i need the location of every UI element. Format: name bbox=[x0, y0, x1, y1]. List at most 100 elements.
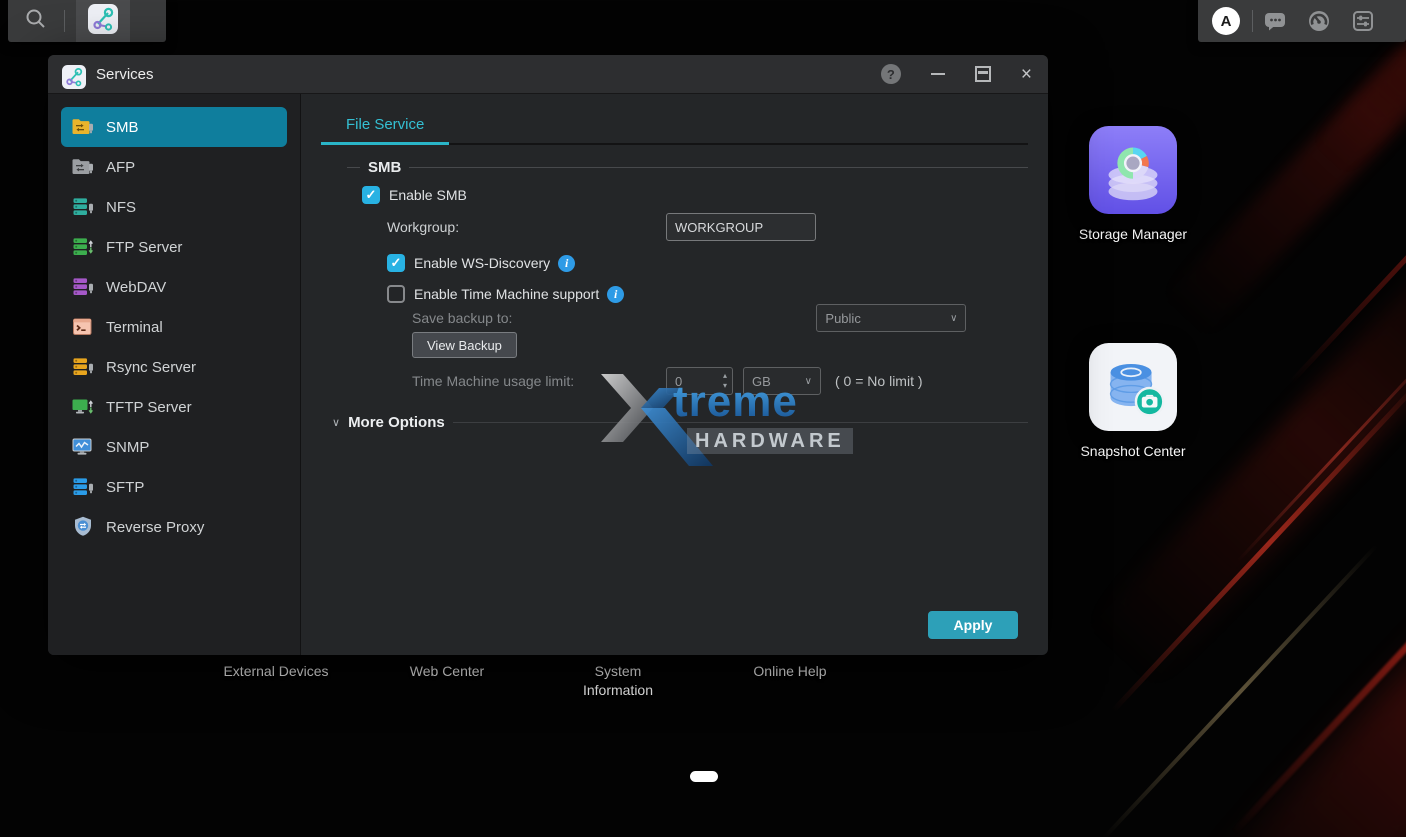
search-button[interactable] bbox=[8, 0, 64, 42]
storage-manager-icon bbox=[1089, 126, 1177, 214]
sidebar-item-ftp-server[interactable]: FTP Server bbox=[61, 227, 287, 267]
dashboard-button[interactable] bbox=[1307, 9, 1331, 33]
desktop-shortcut-system-information[interactable]: System Information bbox=[566, 662, 670, 700]
topbar-divider bbox=[64, 10, 65, 32]
sidebar-item-label: WebDAV bbox=[106, 279, 166, 296]
sidebar-item-tftp-server[interactable]: TFTP Server bbox=[61, 387, 287, 427]
folder-gray-icon bbox=[71, 155, 95, 179]
usage-limit-value: 0 bbox=[675, 374, 682, 389]
desktop-shortcut-web-center[interactable]: Web Center bbox=[362, 662, 532, 681]
sidebar-item-label: SMB bbox=[106, 119, 139, 136]
terminal-icon bbox=[71, 315, 95, 339]
monitor-green-arrows-icon bbox=[71, 395, 95, 419]
gauge-icon bbox=[1307, 9, 1331, 33]
sidebar-item-label: SFTP bbox=[106, 479, 144, 496]
minimize-icon[interactable] bbox=[931, 73, 945, 75]
chevron-down-icon: ∨ bbox=[950, 313, 957, 324]
section-title: SMB bbox=[368, 159, 401, 176]
close-icon[interactable]: × bbox=[1021, 65, 1032, 84]
home-indicator[interactable] bbox=[690, 771, 718, 782]
usage-limit-label: Time Machine usage limit: bbox=[412, 373, 574, 389]
more-options-toggle[interactable]: ∨ More Options bbox=[332, 412, 1028, 432]
save-backup-label: Save backup to: bbox=[412, 310, 512, 326]
ws-discovery-label: Enable WS-Discovery bbox=[414, 255, 550, 271]
info-icon[interactable]: i bbox=[607, 286, 624, 303]
taskbar-app-services[interactable] bbox=[76, 0, 130, 42]
desktop-icon-storage-manager[interactable]: Storage Manager bbox=[1053, 126, 1213, 242]
sidebar-item-label: TFTP Server bbox=[106, 399, 192, 416]
stack-green-arrows-icon bbox=[71, 235, 95, 259]
monitor-blue-icon bbox=[71, 435, 95, 459]
services-window: Services ? × SMB AFP NFS FTP Server WebDAV Te… bbox=[48, 55, 1048, 655]
topbar-left bbox=[8, 0, 166, 42]
workgroup-input[interactable] bbox=[666, 213, 816, 241]
spinner-icon[interactable]: ▴▾ bbox=[723, 371, 727, 391]
workgroup-label: Workgroup: bbox=[387, 219, 459, 235]
desktop-shortcut-online-help[interactable]: Online Help bbox=[705, 662, 875, 681]
desktop-shortcut-external-devices[interactable]: External Devices bbox=[191, 662, 361, 681]
sidebar-item-rsync-server[interactable]: Rsync Server bbox=[61, 347, 287, 387]
main-panel: File Service SMB ✓ Enable SMB Workgroup: bbox=[301, 94, 1048, 655]
tab-bar: File Service bbox=[321, 94, 1028, 145]
save-backup-value: Public bbox=[825, 311, 860, 326]
maximize-icon[interactable] bbox=[975, 66, 991, 82]
window-title: Services bbox=[96, 66, 154, 83]
topbar-divider bbox=[1252, 10, 1253, 32]
save-backup-select[interactable]: Public ∨ bbox=[816, 304, 966, 332]
desktop-icon-snapshot-center[interactable]: Snapshot Center bbox=[1053, 343, 1213, 459]
stack-blue-icon bbox=[71, 475, 95, 499]
time-machine-checkbox[interactable] bbox=[387, 285, 405, 303]
help-icon[interactable]: ? bbox=[881, 64, 901, 84]
services-icon bbox=[62, 62, 86, 86]
sidebar-item-sftp[interactable]: SFTP bbox=[61, 467, 287, 507]
enable-smb-label: Enable SMB bbox=[389, 187, 467, 203]
sidebar-item-label: FTP Server bbox=[106, 239, 182, 256]
ws-discovery-checkbox[interactable]: ✓ bbox=[387, 254, 405, 272]
usage-limit-unit: GB bbox=[752, 374, 771, 389]
usage-limit-input[interactable]: 0 ▴▾ bbox=[666, 367, 733, 395]
usage-limit-hint: ( 0 = No limit ) bbox=[835, 373, 923, 389]
user-avatar[interactable]: A bbox=[1212, 7, 1240, 35]
view-backup-button[interactable]: View Backup bbox=[412, 332, 517, 358]
desktop: A Services ? × SMB AFP NFS FTP Server WebDAV… bbox=[0, 0, 1406, 837]
stack-purple-icon bbox=[71, 275, 95, 299]
desktop-icon-label: Storage Manager bbox=[1053, 226, 1213, 242]
sidebar-item-reverse-proxy[interactable]: Reverse Proxy bbox=[61, 507, 287, 547]
apply-button[interactable]: Apply bbox=[928, 611, 1018, 639]
sidebar-item-label: NFS bbox=[106, 199, 136, 216]
folder-yellow-icon bbox=[71, 115, 95, 139]
usage-limit-unit-select[interactable]: GB ∨ bbox=[743, 367, 821, 395]
enable-smb-checkbox[interactable]: ✓ bbox=[362, 186, 380, 204]
sidebar-item-label: AFP bbox=[106, 159, 135, 176]
topbar-right: A bbox=[1198, 0, 1406, 42]
sidebar: SMB AFP NFS FTP Server WebDAV Terminal Rsync S… bbox=[48, 94, 301, 655]
section-header: SMB bbox=[347, 158, 1028, 176]
sidebar-item-label: SNMP bbox=[106, 439, 149, 456]
stack-teal-icon bbox=[71, 195, 95, 219]
titlebar: Services ? × bbox=[48, 55, 1048, 94]
sliders-icon bbox=[1351, 9, 1375, 33]
sidebar-item-snmp[interactable]: SNMP bbox=[61, 427, 287, 467]
control-panel-button[interactable] bbox=[1351, 9, 1375, 33]
sidebar-item-label: Reverse Proxy bbox=[106, 519, 204, 536]
sidebar-item-nfs[interactable]: NFS bbox=[61, 187, 287, 227]
stack-amber-icon bbox=[71, 355, 95, 379]
sidebar-item-smb[interactable]: SMB bbox=[61, 107, 287, 147]
notifications-button[interactable] bbox=[1263, 9, 1287, 33]
chevron-down-icon: ∨ bbox=[332, 416, 340, 429]
shield-icon bbox=[71, 515, 95, 539]
sidebar-item-afp[interactable]: AFP bbox=[61, 147, 287, 187]
chevron-down-icon: ∨ bbox=[805, 376, 812, 387]
info-icon[interactable]: i bbox=[558, 255, 575, 272]
chat-icon bbox=[1263, 9, 1287, 33]
search-icon bbox=[23, 6, 49, 37]
sidebar-item-webdav[interactable]: WebDAV bbox=[61, 267, 287, 307]
desktop-icon-label: Snapshot Center bbox=[1053, 443, 1213, 459]
tab-file-service[interactable]: File Service bbox=[321, 100, 449, 143]
sidebar-item-terminal[interactable]: Terminal bbox=[61, 307, 287, 347]
time-machine-label: Enable Time Machine support bbox=[414, 286, 599, 302]
sidebar-item-label: Rsync Server bbox=[106, 359, 196, 376]
services-icon bbox=[88, 4, 118, 39]
snapshot-center-icon bbox=[1089, 343, 1177, 431]
sidebar-item-label: Terminal bbox=[106, 319, 163, 336]
